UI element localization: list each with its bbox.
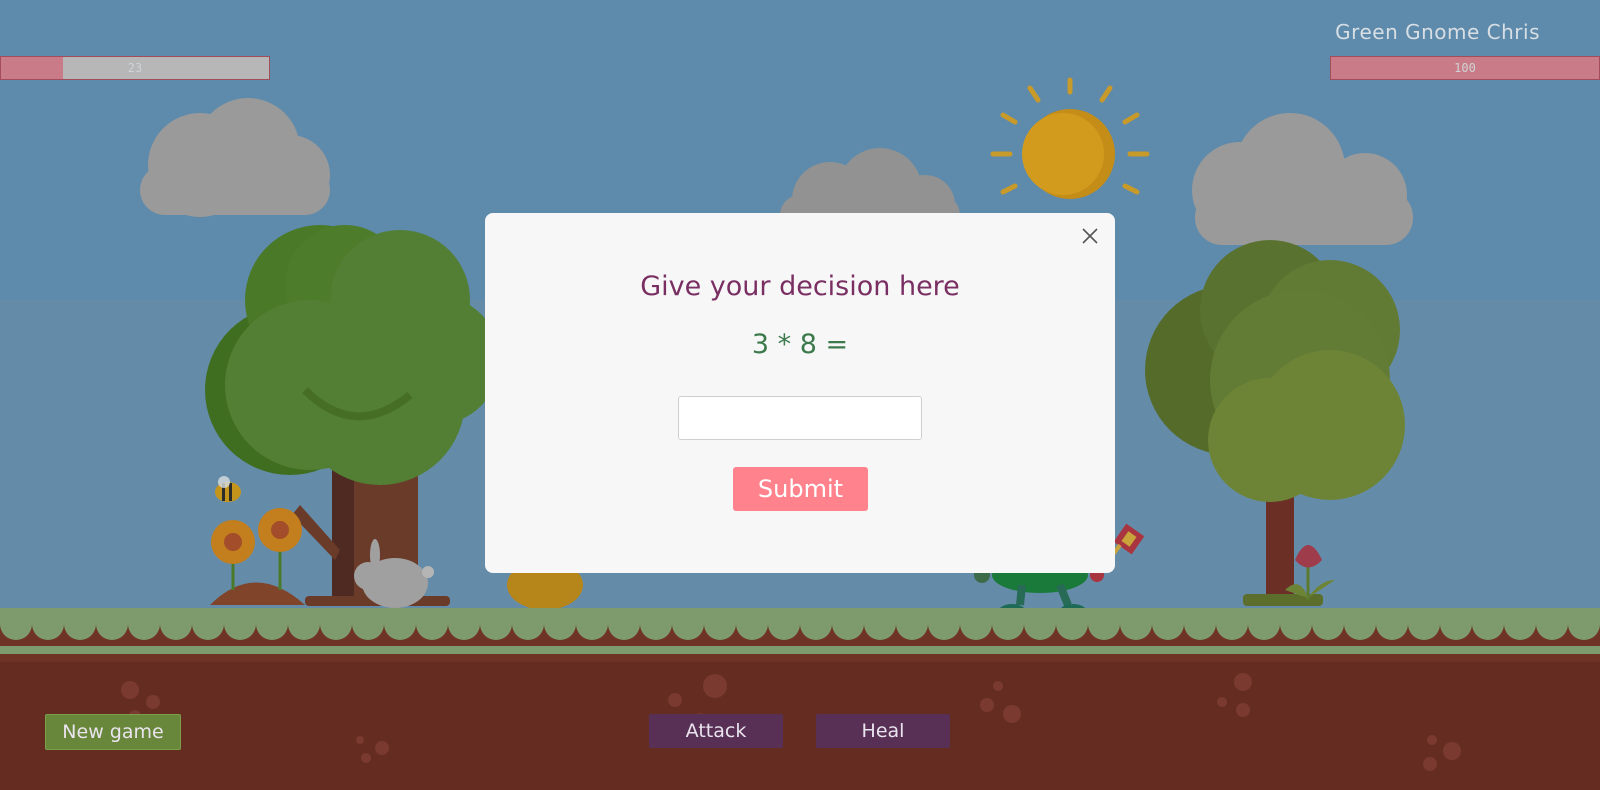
enemy-name: Green Gnome Chris (1335, 20, 1540, 44)
enemy-health-value: 100 (1454, 61, 1476, 75)
attack-button[interactable]: Attack (649, 714, 783, 748)
close-icon[interactable] (1079, 225, 1101, 247)
modal-title: Give your decision here (640, 271, 960, 302)
enemy-health-bar: 100 (1330, 56, 1600, 80)
submit-button[interactable]: Submit (733, 467, 868, 511)
decision-modal: Give your decision here 3 * 8 = Submit (485, 213, 1115, 573)
math-question: 3 * 8 = (751, 329, 849, 360)
answer-input[interactable] (678, 396, 922, 440)
player-health-bar: 23 (0, 56, 270, 80)
player-health-value: 23 (127, 61, 143, 75)
new-game-button[interactable]: New game (45, 714, 181, 750)
heal-button[interactable]: Heal (816, 714, 950, 748)
